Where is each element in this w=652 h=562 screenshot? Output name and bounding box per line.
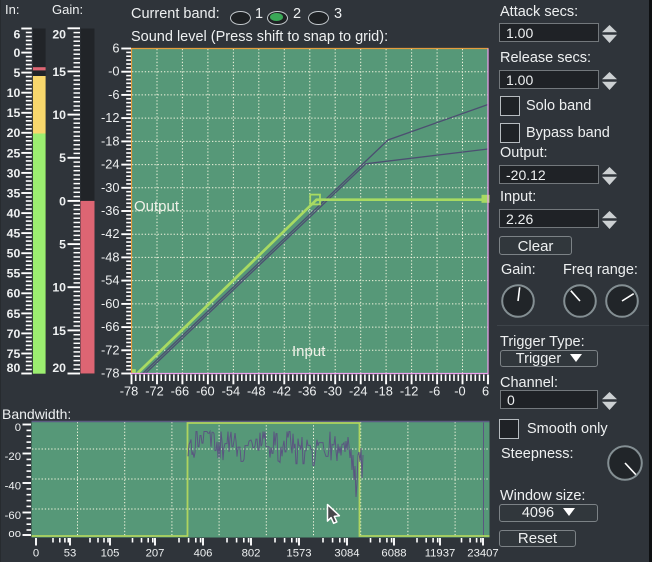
svg-text:75: 75 bbox=[7, 347, 21, 361]
svg-text:-24: -24 bbox=[349, 384, 368, 399]
svg-text:23407: 23407 bbox=[467, 548, 498, 560]
svg-text:oo: oo bbox=[8, 528, 21, 540]
svg-text:-48: -48 bbox=[247, 384, 266, 399]
svg-text:-60: -60 bbox=[5, 510, 21, 522]
svg-text:20: 20 bbox=[7, 126, 21, 140]
svg-text:3084: 3084 bbox=[334, 548, 359, 560]
svg-text:105: 105 bbox=[101, 548, 120, 560]
svg-text:-0: -0 bbox=[454, 384, 465, 399]
svg-text:6: 6 bbox=[112, 41, 119, 56]
svg-text:0: 0 bbox=[13, 46, 20, 60]
svg-text:-12: -12 bbox=[101, 110, 120, 125]
svg-text:-6: -6 bbox=[429, 384, 440, 399]
svg-text:-60: -60 bbox=[101, 296, 120, 311]
svg-text:6088: 6088 bbox=[381, 548, 406, 560]
svg-text:5: 5 bbox=[59, 151, 66, 165]
svg-text:-30: -30 bbox=[323, 384, 342, 399]
svg-text:60: 60 bbox=[7, 287, 21, 301]
svg-text:20: 20 bbox=[52, 27, 66, 41]
svg-text:0: 0 bbox=[33, 548, 39, 560]
svg-text:0: 0 bbox=[15, 422, 21, 434]
svg-text:10: 10 bbox=[52, 281, 66, 295]
svg-text:207: 207 bbox=[146, 548, 165, 560]
svg-text:-18: -18 bbox=[374, 384, 393, 399]
svg-text:5: 5 bbox=[13, 66, 20, 80]
svg-text:20: 20 bbox=[52, 361, 66, 375]
svg-text:-78: -78 bbox=[120, 384, 139, 399]
svg-text:-72: -72 bbox=[145, 384, 164, 399]
svg-text:Input: Input bbox=[292, 343, 326, 360]
svg-text:-54: -54 bbox=[101, 273, 120, 288]
svg-text:40: 40 bbox=[7, 207, 21, 221]
svg-text:-60: -60 bbox=[196, 384, 215, 399]
svg-text:-40: -40 bbox=[5, 481, 21, 493]
svg-text:15: 15 bbox=[7, 106, 21, 120]
svg-text:25: 25 bbox=[7, 146, 21, 160]
svg-text:-36: -36 bbox=[298, 384, 317, 399]
svg-text:53: 53 bbox=[64, 548, 77, 560]
svg-text:-66: -66 bbox=[101, 319, 120, 334]
svg-text:80: 80 bbox=[7, 361, 21, 375]
svg-text:0: 0 bbox=[59, 194, 66, 208]
svg-text:-18: -18 bbox=[101, 133, 120, 148]
svg-text:-72: -72 bbox=[101, 342, 120, 357]
svg-text:-42: -42 bbox=[101, 226, 120, 241]
svg-text:70: 70 bbox=[7, 327, 21, 341]
svg-text:802: 802 bbox=[242, 548, 261, 560]
svg-text:-24: -24 bbox=[101, 157, 120, 172]
svg-text:6: 6 bbox=[13, 27, 20, 41]
svg-text:65: 65 bbox=[7, 307, 21, 321]
svg-text:-78: -78 bbox=[101, 366, 120, 381]
svg-text:-12: -12 bbox=[400, 384, 419, 399]
svg-text:50: 50 bbox=[7, 247, 21, 261]
svg-text:5: 5 bbox=[59, 238, 66, 252]
svg-text:406: 406 bbox=[194, 548, 213, 560]
svg-text:-36: -36 bbox=[101, 203, 120, 218]
svg-text:1573: 1573 bbox=[286, 548, 311, 560]
svg-text:35: 35 bbox=[7, 186, 21, 200]
svg-text:-66: -66 bbox=[171, 384, 190, 399]
svg-text:55: 55 bbox=[7, 267, 21, 281]
svg-text:-54: -54 bbox=[222, 384, 241, 399]
svg-text:15: 15 bbox=[52, 324, 66, 338]
svg-text:6: 6 bbox=[482, 384, 489, 399]
svg-text:-42: -42 bbox=[273, 384, 292, 399]
svg-text:10: 10 bbox=[52, 108, 66, 122]
svg-text:-30: -30 bbox=[101, 180, 120, 195]
svg-text:-48: -48 bbox=[101, 249, 120, 264]
svg-text:30: 30 bbox=[7, 166, 21, 180]
svg-text:Output: Output bbox=[134, 198, 180, 215]
svg-text:-6: -6 bbox=[108, 87, 119, 102]
svg-text:-20: -20 bbox=[5, 451, 21, 463]
svg-text:10: 10 bbox=[7, 86, 21, 100]
svg-text:45: 45 bbox=[7, 227, 21, 241]
svg-text:11937: 11937 bbox=[425, 548, 456, 560]
svg-text:15: 15 bbox=[52, 65, 66, 79]
svg-text:-0: -0 bbox=[108, 64, 119, 79]
